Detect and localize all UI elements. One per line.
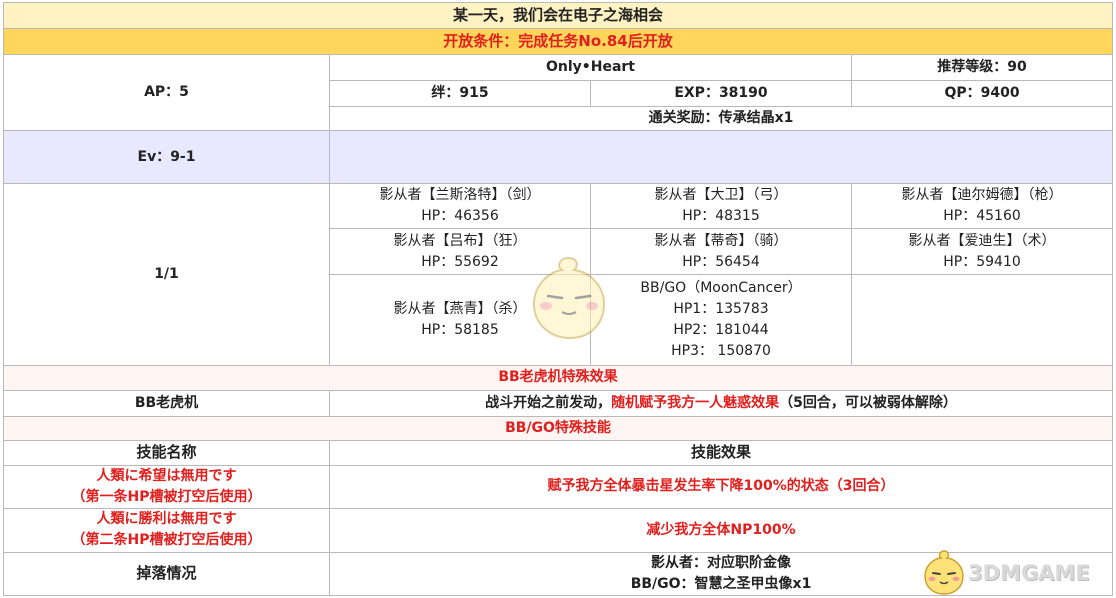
enemy-hp: HP：58185 <box>421 321 499 338</box>
drops-label: 掉落情况 <box>3 551 330 597</box>
enemy-name: 影从者【吕布】（狂） <box>393 232 527 249</box>
condition-row: 开放条件：完成任务No.84后开放 <box>2 28 1114 56</box>
recommended-level: 推荐等级：90 <box>850 54 1114 82</box>
enemy-name: 影从者【蒂奇】（骑） <box>654 232 788 249</box>
enemy-cell: 影从者【大卫】（弓） HP：48315 <box>590 183 852 230</box>
enemy-cell: 影从者【迪尔姆德】（枪） HP：45160 <box>850 183 1114 230</box>
enemy-name: 影从者【爱迪生】（术） <box>908 232 1056 249</box>
enemy-name: 影从者【燕青】（杀） <box>393 300 527 317</box>
open-condition: 开放条件：完成任务No.84后开放 <box>2 28 1114 56</box>
skill-name-cell: 人類に勝利は無用です （第二条HP槽被打空后使用） <box>3 507 330 553</box>
enemy-hp: HP：45160 <box>943 208 1021 225</box>
skill-effect: 赋予我方全体暴击星发生率下降100%的状态（3回合） <box>328 464 1114 509</box>
slot-row: BB老虎机 战斗开始之前发动，随机赋予我方一人魅惑效果（5回合，可以被弱体解除） <box>3 389 1114 417</box>
enemy-name: 影从者【兰斯洛特】（剑） <box>379 187 541 204</box>
enemy-cell: 影从者【蒂奇】（骑） HP：56454 <box>590 228 852 276</box>
boss-hp1: HP1：135783 <box>673 300 769 317</box>
skill-name-cell: 人類に希望は無用です （第一条HP槽被打空后使用） <box>3 464 330 509</box>
enemy-hp: HP：56454 <box>682 253 760 270</box>
skill-note: （第一条HP槽被打空后使用） <box>71 488 262 505</box>
slot-effect-highlight: 随机赋予我方一人魅惑效果 <box>611 394 780 411</box>
enemy-cell: 影从者【爱迪生】（术） HP：59410 <box>850 228 1114 276</box>
enemy-hp: HP：48315 <box>682 208 760 225</box>
ev-label: Ev：9-1 <box>3 130 330 185</box>
skill-effect: 减少我方全体NP100% <box>328 507 1114 553</box>
ap-cost: AP：5 <box>3 54 330 132</box>
skill-header-row: 技能名称 技能效果 <box>3 439 1114 466</box>
skill-name: 人類に希望は無用です <box>96 467 237 484</box>
enemy-hp: HP：46356 <box>421 208 499 225</box>
enemy-cell: 影从者【燕青】（杀） HP：58185 <box>329 274 591 366</box>
boss-hp2: HP2：181044 <box>673 321 769 338</box>
boss-name: BB/GO（MoonCancer） <box>640 279 802 296</box>
clear-reward: 通关奖励：传承结晶x1 <box>328 106 1114 132</box>
skill-name: 人類に勝利は無用です <box>96 511 237 528</box>
skill-row: 人類に希望は無用です （第一条HP槽被打空后使用） 赋予我方全体暴击星发生率下降… <box>3 464 1114 509</box>
enemy-name: 影从者【大卫】（弓） <box>654 187 788 204</box>
ev-value <box>328 130 1114 185</box>
enemy-cell: 影从者【兰斯洛特】（剑） HP：46356 <box>329 183 591 230</box>
skill-section-row: BB/GO特殊技能 <box>2 415 1114 441</box>
bond-points: 绊：915 <box>329 80 591 108</box>
boss-hp3: HP3： 150870 <box>671 342 771 359</box>
quest-title: 某一天，我们会在电子之海相会 <box>2 1 1114 30</box>
qp-reward: QP：9400 <box>850 80 1114 108</box>
enemy-hp: HP：59410 <box>943 253 1021 270</box>
skill-note: （第二条HP槽被打空后使用） <box>71 532 262 549</box>
skill-effect-header: 技能效果 <box>328 439 1114 466</box>
skill-row: 人類に勝利は無用です （第二条HP槽被打空后使用） 减少我方全体NP100% <box>3 507 1114 553</box>
quest-name: Only•Heart <box>329 54 852 82</box>
drops-row: 掉落情况 影从者：对应职阶金像 BB/GO：智慧之圣甲虫像x1 <box>3 551 1114 597</box>
title-row: 某一天，我们会在电子之海相会 <box>2 1 1114 30</box>
enemy-hp: HP：55692 <box>421 253 499 270</box>
ev-row: Ev：9-1 <box>3 130 1114 185</box>
exp-points: EXP：38190 <box>590 80 852 108</box>
skill-section-title: BB/GO特殊技能 <box>2 415 1114 441</box>
enemy-row-1: 1/1 影从者【兰斯洛特】（剑） HP：46356 影从者【大卫】（弓） HP：… <box>3 183 1114 366</box>
quest-table: 某一天，我们会在电子之海相会 开放条件：完成任务No.84后开放 AP：5 On… <box>2 1 1114 597</box>
slot-effect-pre: 战斗开始之前发动， <box>485 394 612 411</box>
wave-label: 1/1 <box>3 183 330 366</box>
slot-effect: 战斗开始之前发动，随机赋予我方一人魅惑效果（5回合，可以被弱体解除） <box>328 389 1114 417</box>
skill-name-header: 技能名称 <box>3 439 330 466</box>
enemy-name: 影从者【迪尔姆德】（枪） <box>901 187 1063 204</box>
slot-label: BB老虎机 <box>3 389 330 417</box>
slot-effect-post: （5回合，可以被弱体解除） <box>779 394 957 411</box>
empty-cell <box>850 274 1114 366</box>
enemy-cell: 影从者【吕布】（狂） HP：55692 <box>329 228 591 276</box>
brand-watermark-text: 3DMGAME <box>968 561 1090 585</box>
slot-section-title: BB老虎机特殊效果 <box>2 364 1114 391</box>
slot-section-row: BB老虎机特殊效果 <box>2 364 1114 391</box>
quest-info-row-1: AP：5 Only•Heart 推荐等级：90 <box>3 54 1114 132</box>
boss-cell: BB/GO（MoonCancer） HP1：135783 HP2：181044 … <box>590 274 852 366</box>
